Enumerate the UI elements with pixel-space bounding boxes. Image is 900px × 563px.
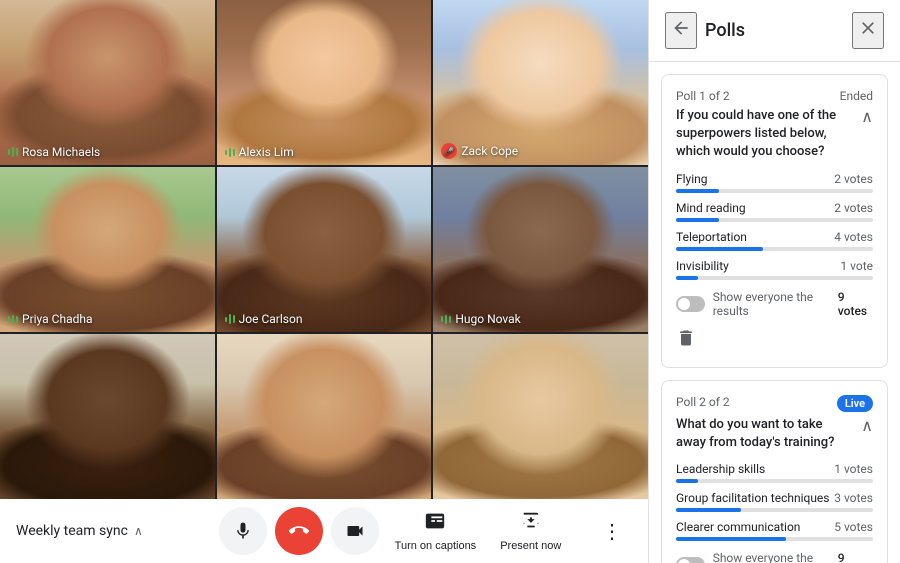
poll-2-status: Live <box>837 395 873 412</box>
mute-icon-zack: 🎤 <box>441 143 457 159</box>
back-button[interactable] <box>665 12 697 49</box>
bottom-bar: Weekly team sync ∧ <box>0 499 648 563</box>
mic-indicator-priya <box>8 315 18 324</box>
poll-2-question-row: What do you want to take away from today… <box>676 416 873 452</box>
participant-name-priya: Priya Chadha <box>8 312 93 326</box>
participant-name-alexis: Alexis Lim <box>225 145 294 159</box>
poll-1-chevron[interactable]: ∧ <box>861 107 873 126</box>
poll-2-opt-2-votes: 3 votes <box>834 491 873 505</box>
poll-2-chevron[interactable]: ∧ <box>861 416 873 435</box>
poll-1-question-row: If you could have one of the superpowers… <box>676 107 873 162</box>
poll-1-option-invisible: Invisibility 1 vote <box>676 259 873 280</box>
poll-1-opt-2-label: Mind reading <box>676 201 746 215</box>
poll-2-opt-3-votes: 5 votes <box>834 520 873 534</box>
participant-tile-8 <box>217 334 432 499</box>
poll-1-bar-4 <box>676 276 698 280</box>
poll-1-bar-2 <box>676 218 719 222</box>
poll-1-options: Flying 2 votes Mind reading 2 votes <box>676 172 873 280</box>
poll-1-actions <box>676 328 873 353</box>
captions-label: Turn on captions <box>395 540 477 552</box>
poll-card-2: Poll 2 of 2 Live What do you want to tak… <box>661 380 888 563</box>
participant-name-zack: 🎤 Zack Cope <box>441 143 518 159</box>
participant-tile-joe: Joe Carlson <box>217 167 432 332</box>
polls-content: Poll 1 of 2 Ended If you could have one … <box>649 62 900 563</box>
panel-header: Polls <box>649 0 900 62</box>
poll-2-bar-3 <box>676 537 786 541</box>
mic-indicator-joe <box>225 314 235 324</box>
present-label: Present now <box>500 540 561 552</box>
poll-1-opt-1-votes: 2 votes <box>834 172 873 186</box>
poll-2-header: Poll 2 of 2 Live <box>676 395 873 412</box>
participant-name-joe: Joe Carlson <box>225 312 303 326</box>
poll-1-opt-3-votes: 4 votes <box>834 230 873 244</box>
poll-2-bar-1 <box>676 479 698 483</box>
poll-1-number: Poll 1 of 2 <box>676 89 730 103</box>
poll-1-opt-2-votes: 2 votes <box>834 201 873 215</box>
poll-2-footer: Show everyone the results 9 votes <box>676 551 873 563</box>
poll-1-opt-3-label: Teleportation <box>676 230 747 244</box>
poll-2-results-toggle[interactable] <box>676 557 705 563</box>
poll-1-opt-4-label: Invisibility <box>676 259 729 273</box>
poll-1-show-results-label: Show everyone the results <box>713 290 838 318</box>
participant-tile-7 <box>0 334 215 499</box>
poll-1-status: Ended <box>840 89 873 103</box>
poll-2-number: Poll 2 of 2 <box>676 395 730 409</box>
mic-indicator-hugo <box>441 315 451 324</box>
poll-1-total-votes: 9 votes <box>838 290 873 318</box>
mic-indicator-alexis <box>225 148 235 157</box>
captions-icon <box>424 510 446 538</box>
participant-name-rosa: Rosa Michaels <box>8 145 100 159</box>
poll-2-total-votes: 9 votes <box>838 551 873 563</box>
poll-1-footer: Show everyone the results 9 votes <box>676 290 873 318</box>
poll-2-option-communication: Clearer communication 5 votes <box>676 520 873 541</box>
poll-1-header: Poll 1 of 2 Ended <box>676 89 873 103</box>
poll-2-show-results-label: Show everyone the results <box>713 551 838 563</box>
participant-tile-priya: Priya Chadha <box>0 167 215 332</box>
camera-button[interactable] <box>331 507 379 555</box>
poll-2-options: Leadership skills 1 votes Group facilita… <box>676 462 873 541</box>
mic-button[interactable] <box>219 507 267 555</box>
poll-2-bar-2 <box>676 508 741 512</box>
meeting-title-area: Weekly team sync ∧ <box>16 523 196 539</box>
poll-2-opt-1-label: Leadership skills <box>676 462 765 476</box>
meeting-title: Weekly team sync <box>16 523 128 539</box>
participant-name-hugo: Hugo Novak <box>441 312 520 326</box>
poll-2-opt-1-votes: 1 votes <box>834 462 873 476</box>
poll-1-opt-1-label: Flying <box>676 172 708 186</box>
poll-2-option-facilitation: Group facilitation techniques 3 votes <box>676 491 873 512</box>
poll-1-bar-3 <box>676 247 763 251</box>
polls-panel: Polls Poll 1 of 2 Ended If you could hav… <box>648 0 900 563</box>
meeting-chevron[interactable]: ∧ <box>134 524 143 538</box>
poll-2-option-leadership: Leadership skills 1 votes <box>676 462 873 483</box>
poll-card-1: Poll 1 of 2 Ended If you could have one … <box>661 74 888 368</box>
video-area: Rosa Michaels Alexis Lim 🎤 Zack Cope <box>0 0 648 563</box>
participant-tile-hugo: Hugo Novak <box>433 167 648 332</box>
poll-1-option-teleport: Teleportation 4 votes <box>676 230 873 251</box>
poll-1-results-toggle[interactable] <box>676 296 705 312</box>
present-icon <box>520 510 542 538</box>
poll-2-opt-2-label: Group facilitation techniques <box>676 491 830 505</box>
poll-1-option-flying: Flying 2 votes <box>676 172 873 193</box>
controls-center: Turn on captions Present now <box>196 506 592 556</box>
end-call-button[interactable] <box>275 507 323 555</box>
poll-2-question: What do you want to take away from today… <box>676 416 853 452</box>
present-button[interactable]: Present now <box>492 506 569 556</box>
video-grid: Rosa Michaels Alexis Lim 🎤 Zack Cope <box>0 0 648 499</box>
panel-title: Polls <box>705 20 844 41</box>
poll-1-delete-icon[interactable] <box>676 328 696 353</box>
participant-tile-rosa: Rosa Michaels <box>0 0 215 165</box>
participant-tile-alexis: Alexis Lim <box>217 0 432 165</box>
participant-tile-9 <box>433 334 648 499</box>
poll-1-option-mind: Mind reading 2 votes <box>676 201 873 222</box>
captions-button[interactable]: Turn on captions <box>387 506 485 556</box>
participant-tile-zack: 🎤 Zack Cope <box>433 0 648 165</box>
poll-1-opt-4-votes: 1 vote <box>840 259 873 273</box>
poll-1-question: If you could have one of the superpowers… <box>676 107 853 162</box>
more-options-button[interactable]: ⋮ <box>592 511 632 551</box>
mic-indicator-rosa <box>8 147 18 157</box>
close-button[interactable] <box>852 12 884 49</box>
poll-1-bar-1 <box>676 189 719 193</box>
poll-2-opt-3-label: Clearer communication <box>676 520 800 534</box>
